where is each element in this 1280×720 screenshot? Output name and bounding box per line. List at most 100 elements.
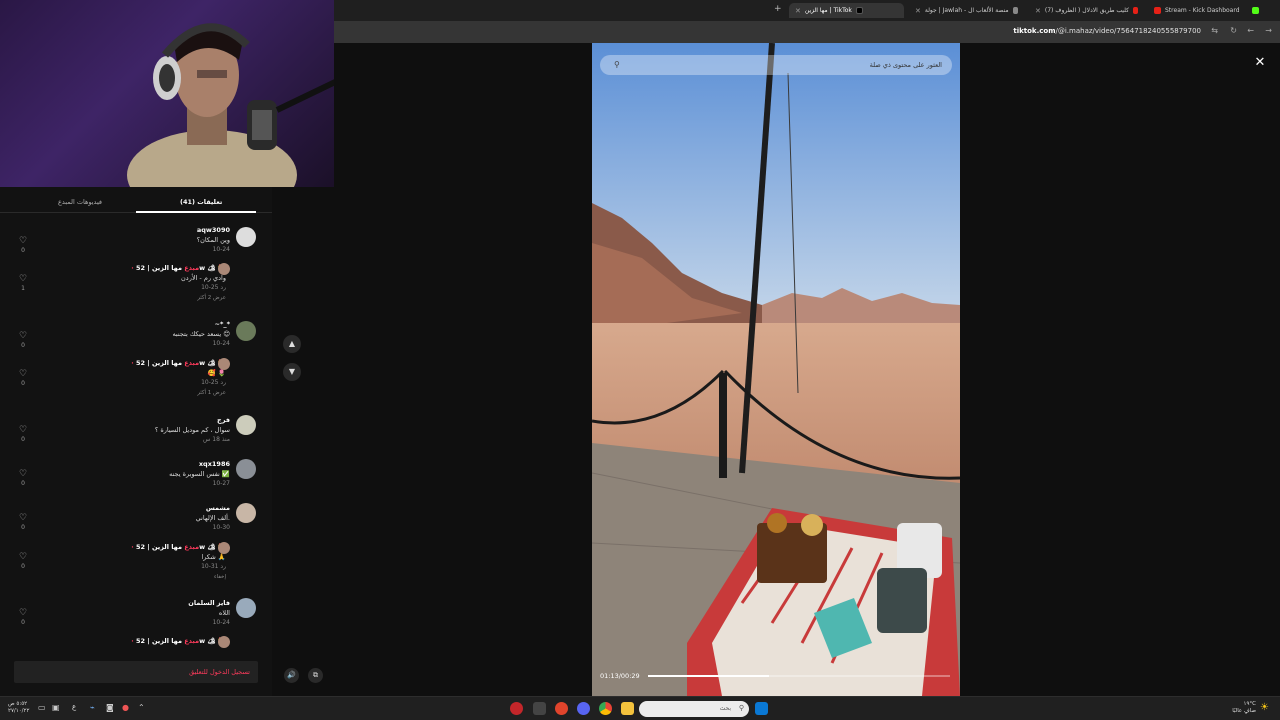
tab-creator-videos[interactable]: فيديوهات المبدع xyxy=(58,198,102,206)
comment-author[interactable]: مها الزين | 52w 🏕 🎁 xyxy=(136,264,226,272)
avatar[interactable] xyxy=(218,263,230,275)
volume-button[interactable]: 🔊 xyxy=(284,668,299,683)
show-more-replies[interactable]: عرض 1 أكثر xyxy=(131,388,226,398)
chevron-up-icon: ▲ xyxy=(288,339,296,348)
url-text[interactable]: tiktok.com/@i.mahaz/video/75647182405558… xyxy=(1013,27,1201,35)
login-to-comment-link[interactable]: تسجيل الدخول للتعليق xyxy=(189,668,250,676)
tab-tiktok[interactable]: ✕ مها الزين | TikTok xyxy=(789,3,904,18)
taskbar-search[interactable]: بحث ⚲ xyxy=(639,701,749,717)
like-count: 0 xyxy=(21,342,25,349)
heart-icon: ♡ xyxy=(18,331,28,341)
app-icon[interactable] xyxy=(510,702,523,715)
like-count: 0 xyxy=(21,524,25,531)
kick-icon[interactable] xyxy=(1252,7,1259,14)
address-bar[interactable]: tiktok.com/@i.mahaz/video/75647182405558… xyxy=(334,21,1280,43)
heart-icon: ♡ xyxy=(18,425,28,435)
recording-icon[interactable]: ● xyxy=(122,703,129,712)
miniplayer-button[interactable]: ⧉ xyxy=(308,668,323,683)
avatar[interactable] xyxy=(236,321,256,341)
chrome-icon[interactable] xyxy=(599,702,612,715)
like-button[interactable]: ♡ 1 xyxy=(16,275,30,293)
notification-icon[interactable]: ▭ xyxy=(38,703,46,712)
video-progress-bar[interactable] xyxy=(648,675,950,677)
heart-icon: ♡ xyxy=(18,236,28,246)
new-tab-button[interactable]: + xyxy=(774,4,782,14)
clock-date: ٢٧/١٠/٢٢ xyxy=(8,708,30,714)
capture-icon[interactable]: ◙ xyxy=(106,703,114,712)
calculator-icon[interactable] xyxy=(533,702,546,715)
comment-author[interactable]: مشمس xyxy=(196,503,230,513)
discord-icon[interactable] xyxy=(577,702,590,715)
related-search-bar[interactable]: ⚲ العثور على محتوى ذي صلة xyxy=(600,55,952,75)
comment-text: سوال ، كم موديل السيارة ؟ xyxy=(154,426,230,434)
comment-text: نفس السوبرة يجنه ✅ xyxy=(169,470,230,478)
jawlah-icon xyxy=(1012,7,1018,14)
close-tab-icon[interactable]: ✕ xyxy=(795,7,801,15)
chevron-down-icon: ▼ xyxy=(288,367,296,376)
like-button[interactable]: ♡ 0 xyxy=(16,332,30,350)
url-domain: tiktok.com xyxy=(1013,27,1056,35)
avatar[interactable] xyxy=(218,542,230,554)
comment-author[interactable]: xqx1986 xyxy=(169,459,230,469)
chevron-up-icon[interactable]: ⌃ xyxy=(138,703,145,712)
avatar[interactable] xyxy=(236,459,256,479)
previous-video-button[interactable]: ▲ xyxy=(283,335,301,353)
folder-icon[interactable] xyxy=(621,702,634,715)
like-button[interactable]: ♡ 0 xyxy=(16,609,30,627)
avatar[interactable] xyxy=(236,503,256,523)
next-video-button[interactable]: ▼ xyxy=(283,363,301,381)
avatar[interactable] xyxy=(236,415,256,435)
close-tab-icon[interactable]: ✕ xyxy=(915,7,921,15)
avatar[interactable] xyxy=(218,358,230,370)
like-count: 0 xyxy=(21,619,25,626)
show-more-replies[interactable]: عرض 2 أكثر xyxy=(131,293,226,303)
like-button[interactable]: ♡ 0 xyxy=(16,237,30,255)
windows-taskbar: ٥:٥٢ ص ٢٧/١٠/٢٢ ▭ ▣ ع ⌁ ◙ ● ⌃ بحث ⚲ ١٩°C… xyxy=(0,696,1280,720)
heart-icon: ♡ xyxy=(18,469,28,479)
comment-date: 10-24 xyxy=(212,619,230,626)
comment-input[interactable]: تسجيل الدخول للتعليق xyxy=(14,661,258,683)
reply-link[interactable]: رد xyxy=(220,563,226,570)
reply-link[interactable]: رد xyxy=(220,379,226,386)
tab-kick[interactable]: Stream - Kick Dashboard xyxy=(1148,3,1248,18)
site-settings-icon[interactable]: ⇆ xyxy=(1211,26,1218,35)
like-button[interactable]: ♡ 0 xyxy=(16,426,30,444)
video-time: 01:13/00:29 xyxy=(600,672,640,680)
comment-author[interactable]: فايز السلمان xyxy=(188,598,230,608)
clock[interactable]: ٥:٥٢ ص ٢٧/١٠/٢٢ xyxy=(8,701,29,715)
display-icon[interactable]: ▣ xyxy=(52,703,60,712)
comment-author[interactable]: مها الزين | 52w 🏕 🎁 xyxy=(136,543,226,551)
comment-author[interactable]: فرج xyxy=(155,415,230,425)
brave-icon[interactable] xyxy=(555,702,568,715)
avatar[interactable] xyxy=(218,636,230,648)
video-player[interactable]: ⚲ العثور على محتوى ذي صلة 01:13/00:29 xyxy=(592,43,960,696)
like-button[interactable]: ♡ 0 xyxy=(16,370,30,388)
reply-link[interactable]: رد xyxy=(220,284,226,291)
search-icon[interactable]: ⚲ xyxy=(614,60,620,69)
like-button[interactable]: ♡ 0 xyxy=(16,553,30,571)
avatar[interactable] xyxy=(236,598,256,618)
close-video-button[interactable]: ✕ xyxy=(1252,55,1268,71)
weather-widget[interactable]: ١٩°C صافٍ عالبًا xyxy=(1226,701,1256,715)
bluetooth-icon[interactable]: ⌁ xyxy=(90,703,95,712)
avatar[interactable] xyxy=(236,227,256,247)
close-tab-icon[interactable]: ✕ xyxy=(1035,7,1041,15)
tab-comments[interactable]: (41) تعليقات xyxy=(180,198,222,206)
tab-youtube[interactable]: ✕ (7) كليب طريق الادلال ( الظروف xyxy=(1029,3,1144,18)
reply-item: · مبدع مها الزين | 52w 🏕 🎁 xyxy=(131,636,226,646)
like-button[interactable]: ♡ 0 xyxy=(16,514,30,532)
hide-replies[interactable]: إخفاء xyxy=(131,572,226,582)
heart-icon: ♡ xyxy=(18,513,28,523)
like-button[interactable]: ♡ 0 xyxy=(16,470,30,488)
comments-panel: فيديوهات المبدع (41) تعليقات aqw3090 وين… xyxy=(0,187,272,696)
windows-start-icon[interactable] xyxy=(755,702,768,715)
comment-author[interactable]: ~*_* xyxy=(172,319,231,329)
reload-icon[interactable]: ↻ xyxy=(1230,26,1237,35)
back-icon[interactable]: ← xyxy=(1247,26,1254,35)
comment-author[interactable]: مها الزين | 52w 🏕 🎁 xyxy=(136,359,226,367)
comment-author[interactable]: مها الزين | 52w 🏕 🎁 xyxy=(136,637,226,645)
tab-jawlah[interactable]: ✕ جولة | Jawlah - منصة الألعاب ال xyxy=(909,3,1024,18)
language-indicator[interactable]: ع xyxy=(72,703,76,711)
forward-icon[interactable]: → xyxy=(1265,26,1272,35)
comment-author[interactable]: aqw3090 xyxy=(197,225,230,235)
